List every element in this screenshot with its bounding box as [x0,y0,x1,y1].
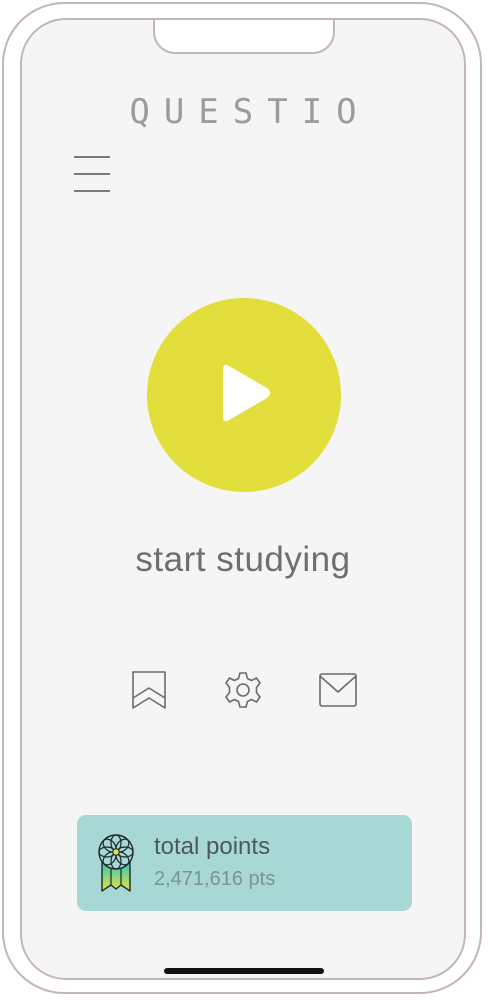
bookmark-icon [132,671,166,709]
home-indicator[interactable] [164,968,324,974]
hamburger-menu-icon-line [74,190,110,192]
total-points-label: total points [154,833,271,860]
bookmark-button[interactable] [129,670,169,710]
play-icon [223,364,270,422]
gear-icon [225,672,261,708]
total-points-value: 2,471,616 pts [154,868,276,890]
app-screen: QUESTIO start studying total points 2,47… [20,18,466,980]
start-studying-label: start studying [135,540,351,579]
app-logo: QUESTIO [129,92,371,132]
mail-icon [319,673,357,707]
menu-button[interactable] [74,156,110,192]
total-points-card[interactable]: total points 2,471,616 pts [77,815,412,911]
settings-button[interactable] [223,670,263,710]
hamburger-menu-icon [74,156,110,158]
hamburger-menu-icon-line [74,173,110,175]
start-studying-button[interactable] [147,298,341,492]
notch [153,20,335,54]
mail-button[interactable] [318,670,358,710]
medal-icon [98,834,134,892]
